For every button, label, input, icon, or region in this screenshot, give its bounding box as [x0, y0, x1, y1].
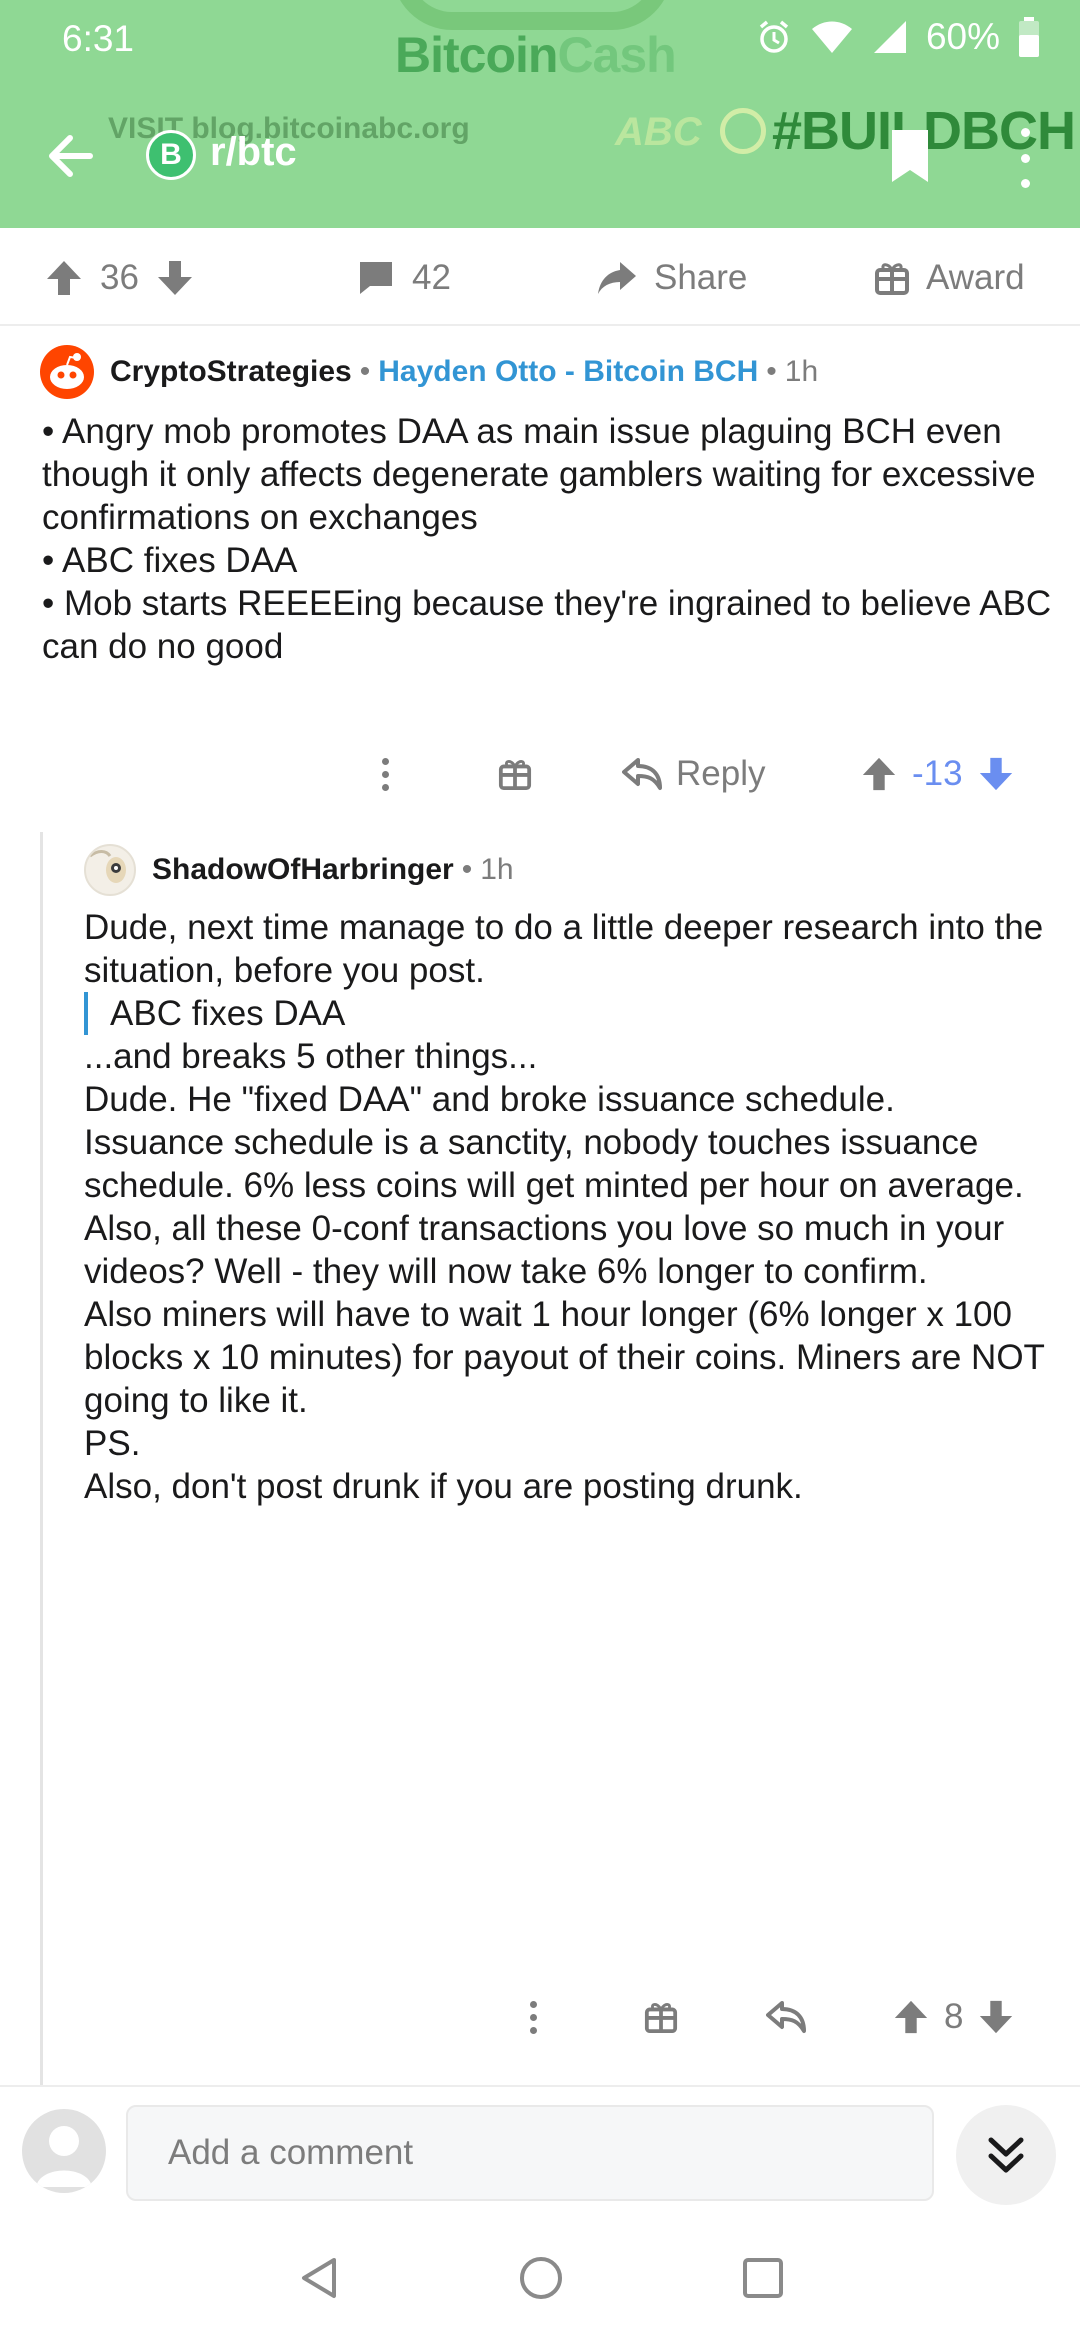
- comment-header: CryptoStrategies • Hayden Otto - Bitcoin…: [40, 344, 818, 400]
- reply-arrow-icon: [766, 2001, 806, 2033]
- post-comment-count: 42: [412, 258, 451, 297]
- status-icons: 60%: [756, 16, 1040, 58]
- comment-award-button[interactable]: [498, 757, 532, 791]
- arrow-left-icon: [49, 135, 93, 177]
- comment-header: ShadowOfHarbringer • 1h: [84, 842, 514, 898]
- comment-reply-button[interactable]: Reply: [622, 754, 765, 794]
- comment-author[interactable]: ShadowOfHarbringer: [152, 853, 454, 887]
- comment-actions: Reply -13: [0, 744, 1080, 804]
- nav-recents-button[interactable]: [740, 2255, 786, 2306]
- square-recents-icon: [743, 2258, 783, 2298]
- comment-paragraph: Issuance schedule is a sanctity, nobody …: [84, 1123, 1024, 1205]
- comment-score: -13: [912, 754, 963, 793]
- upvote-icon[interactable]: [860, 755, 898, 793]
- comment-timestamp: 1h: [784, 355, 819, 388]
- bookmark-icon: [892, 130, 928, 182]
- comment-line: • ABC fixes DAA: [42, 541, 298, 580]
- comment-score: 8: [944, 1997, 964, 2036]
- comment-timestamp: 1h: [480, 853, 514, 886]
- upvote-icon[interactable]: [44, 258, 84, 298]
- avatar[interactable]: [84, 844, 136, 896]
- comment-paragraph: Also, don't post drunk if you are postin…: [84, 1467, 803, 1506]
- reply-arrow-icon: [622, 758, 662, 790]
- post-vote-control: 36: [44, 250, 195, 306]
- share-arrow-icon: [598, 262, 636, 294]
- comment-body: Dude, next time manage to do a little de…: [84, 906, 1069, 1508]
- comment-reply-button[interactable]: [766, 1999, 806, 2035]
- status-time: 6:31: [62, 18, 135, 59]
- circle-home-icon: [520, 2257, 562, 2299]
- comment-bubble-icon: [360, 262, 392, 294]
- comment-paragraph: Dude. He "fixed DAA" and broke issuance …: [84, 1080, 895, 1119]
- award-label: Award: [926, 258, 1025, 297]
- user-avatar-icon: [89, 850, 126, 883]
- comment-vote-control: 8: [892, 1997, 1015, 2037]
- double-chevron-down-icon: [988, 2137, 1024, 2173]
- reply-label: Reply: [676, 754, 766, 793]
- post-comments-button[interactable]: 42: [356, 250, 451, 306]
- comment-paragraph: Dude, next time manage to do a little de…: [84, 908, 1044, 990]
- gift-icon: [644, 2003, 678, 2034]
- comment-actions: 8: [0, 1987, 1080, 2047]
- wifi-icon: [811, 21, 852, 53]
- comment-more-button[interactable]: [382, 757, 389, 791]
- status-bar: 6:31 60%: [0, 0, 1080, 80]
- snoo-avatar-icon: [50, 353, 84, 389]
- more-dot-icon: [1020, 128, 1030, 137]
- default-user-icon: [36, 2126, 92, 2187]
- post-share-button[interactable]: Share: [596, 250, 747, 306]
- save-post-button[interactable]: [888, 126, 938, 188]
- more-options-button[interactable]: [1010, 128, 1040, 188]
- comment-award-button[interactable]: [644, 2000, 678, 2034]
- triangle-back-icon: [302, 2258, 336, 2298]
- subreddit-icon[interactable]: B: [146, 130, 196, 180]
- more-vertical-icon: [382, 757, 389, 791]
- avatar[interactable]: [22, 2109, 106, 2193]
- back-button[interactable]: [42, 128, 98, 184]
- post-action-bar: 36 42 Share Award: [0, 228, 1080, 326]
- gift-icon: [498, 760, 532, 791]
- upvote-icon[interactable]: [892, 1998, 930, 2036]
- alarm-icon: [759, 20, 789, 53]
- user-flair: Hayden Otto - Bitcoin BCH: [378, 355, 759, 388]
- comment-paragraph: Also, all these 0-conf transactions you …: [84, 1209, 1005, 1291]
- comment-composer-bar: Add a comment: [0, 2085, 1080, 2215]
- blockquote: ABC fixes DAA: [84, 992, 1069, 1035]
- next-comment-button[interactable]: [956, 2105, 1056, 2205]
- thread-line[interactable]: [40, 832, 43, 2087]
- comment-body: • Angry mob promotes DAA as main issue p…: [42, 410, 1052, 668]
- comment-paragraph: PS.: [84, 1424, 141, 1463]
- comment-more-button[interactable]: [530, 2000, 537, 2034]
- separator-dot: •: [359, 355, 371, 388]
- post-score: 36: [100, 258, 139, 297]
- cell-signal-icon: [873, 21, 906, 53]
- battery-percent: 60%: [925, 16, 1000, 57]
- gift-icon: [875, 263, 909, 295]
- separator-dot: •: [461, 853, 473, 886]
- downvote-icon[interactable]: [155, 258, 195, 298]
- comment-line: • Mob starts REEEEing because they're in…: [42, 584, 1052, 666]
- battery-icon: [1019, 17, 1039, 57]
- comment-line: • Angry mob promotes DAA as main issue p…: [42, 412, 1036, 537]
- comment-author[interactable]: CryptoStrategies: [110, 355, 352, 389]
- share-label: Share: [654, 258, 748, 297]
- post-award-button[interactable]: Award: [874, 250, 1025, 306]
- downvote-icon[interactable]: [977, 1998, 1015, 2036]
- downvote-icon[interactable]: [977, 755, 1015, 793]
- app-bar: B r/btc: [0, 110, 1080, 200]
- more-vertical-icon: [530, 2000, 537, 2034]
- comment-vote-control: -13: [860, 754, 1015, 794]
- comment-paragraph: Also miners will have to wait 1 hour lon…: [84, 1295, 1045, 1420]
- separator-dot: •: [766, 355, 777, 388]
- nav-home-button[interactable]: [518, 2255, 564, 2306]
- subreddit-banner: BitcoinCash VISIT blog.bitcoinabc.org AB…: [0, 0, 1080, 228]
- avatar[interactable]: [40, 345, 94, 399]
- comment-paragraph: ...and breaks 5 other things...: [84, 1037, 538, 1076]
- more-dot-icon: [1020, 153, 1030, 163]
- more-dot-icon: [1020, 179, 1030, 188]
- add-comment-input[interactable]: Add a comment: [126, 2105, 934, 2201]
- subreddit-name[interactable]: r/btc: [210, 130, 297, 175]
- system-nav-bar: [0, 2215, 1080, 2340]
- nav-back-button[interactable]: [296, 2255, 342, 2306]
